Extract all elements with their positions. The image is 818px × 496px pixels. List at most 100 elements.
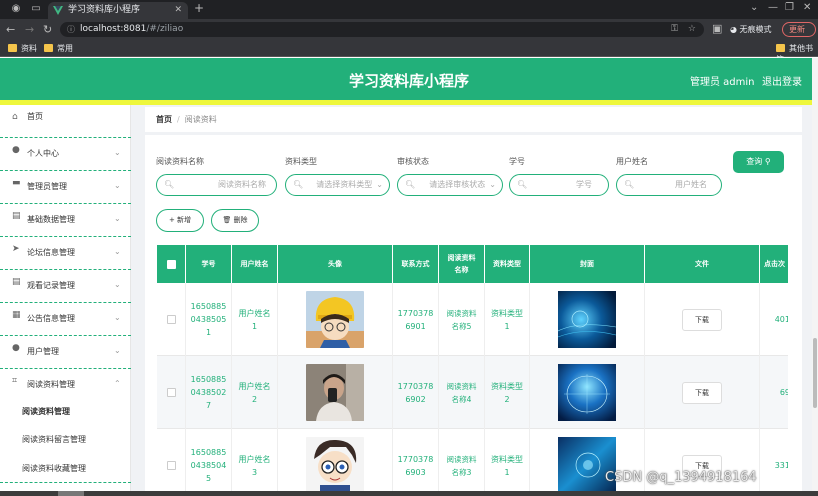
avatar[interactable] [306, 291, 364, 348]
uname-filter-label: 用户姓名 [616, 157, 648, 166]
breadcrumb-current: 阅读资料 [184, 115, 217, 124]
app-header: 学习资料库小程序 管理员 admin 退出登录 [0, 58, 818, 100]
search-icon: ⚲ [764, 157, 771, 166]
download-button[interactable]: 下载 [682, 308, 722, 331]
monitor-icon: ▬ [12, 178, 21, 188]
chevron-up-icon: ⌃ [114, 379, 121, 388]
sno-filter-input[interactable]: 🔍︎ 学号 [509, 174, 609, 196]
avatar[interactable] [306, 437, 364, 494]
select-all-cell[interactable] [157, 245, 186, 283]
address-bar-row: ← → ↻ ⓘ localhost:8081/#/ziliao ⚿ ☆ ▣ ◕ … [0, 19, 818, 40]
search-icon: 🔍︎ [624, 180, 635, 189]
horizontal-scrollbar[interactable] [0, 491, 818, 496]
reload-icon[interactable]: ↻ [43, 23, 52, 36]
query-button[interactable]: 查询 ⚲ [733, 151, 784, 173]
sno-cell: 16508850438504 5 [186, 429, 232, 496]
chrome-icon[interactable]: ◉ [10, 3, 22, 15]
sidebar-item-home[interactable]: ⌂ 首页 [0, 105, 131, 138]
close-window-icon[interactable]: ✕ [803, 2, 811, 13]
sidebar-item-profile[interactable]: ● 个人中心 ⌄ [0, 138, 131, 171]
add-button[interactable]: + 新增 [156, 209, 204, 232]
row-select-cell[interactable] [157, 429, 186, 496]
data-table: 学号 用户姓名 头像 联系方式 阅读资料名称 资料类型 封面 文件 点击次 16… [157, 245, 788, 496]
avatar[interactable] [306, 364, 364, 421]
cover-image[interactable] [558, 364, 616, 421]
avatar-cell [278, 429, 393, 496]
table-row[interactable]: 16508850438504 5 用户姓名3 17703786903 阅读资料名… [157, 429, 788, 496]
type-filter-select[interactable]: 🔍︎ 请选择资料类型 ⌄ [285, 174, 390, 196]
download-button[interactable]: 下载 [682, 381, 722, 404]
name-filter-input[interactable]: 🔍︎ 阅读资料名称 [156, 174, 277, 196]
grid-icon: ▦ [12, 310, 21, 320]
sidebar-item-label: 观看记录管理 [27, 281, 75, 290]
name-filter-label: 阅读资料名称 [156, 157, 204, 166]
chevron-down-icon: ⌄ [114, 181, 121, 190]
restore-icon[interactable]: ❐ [785, 2, 794, 13]
update-button[interactable]: 更新 [782, 22, 816, 37]
scroll-thumb[interactable] [58, 491, 84, 496]
star-icon[interactable]: ☆ [688, 22, 696, 37]
cover-image[interactable] [558, 437, 616, 494]
row-checkbox[interactable] [166, 388, 176, 397]
row-checkbox[interactable] [166, 461, 176, 470]
back-icon[interactable]: ← [6, 23, 15, 36]
tab-search-icon[interactable]: ▭ [30, 3, 42, 15]
url-input[interactable]: ⓘ localhost:8081/#/ziliao ⚿ ☆ [60, 22, 704, 37]
forward-icon[interactable]: → [25, 23, 34, 36]
table-row[interactable]: 16508850438502 7 用户姓名2 17703786902 阅读资料名… [157, 356, 788, 429]
key-icon[interactable]: ⚿ [671, 22, 678, 37]
close-tab-icon[interactable]: ✕ [174, 2, 182, 19]
minimize-icon[interactable]: — [768, 2, 778, 13]
chevron-down-icon: ⌄ [114, 214, 121, 223]
incognito-indicator[interactable]: ◕ 无痕模式 [730, 22, 772, 37]
browser-tab[interactable]: 学习资料库小程序 ✕ [48, 2, 188, 19]
table-row[interactable]: 16508850438505 1 用户姓名1 17703786901 阅读资料名… [157, 283, 788, 356]
breadcrumb: 首页 / 阅读资料 [156, 114, 217, 125]
status-filter-select[interactable]: 🔍︎ 请选择审核状态 ⌄ [397, 174, 503, 196]
file-cell: 下载 [645, 429, 760, 496]
select-all-checkbox[interactable] [166, 259, 176, 269]
material-type-cell: 资料类型2 [485, 356, 530, 429]
cover-image[interactable] [558, 291, 616, 348]
type-filter-label: 资料类型 [285, 157, 317, 166]
row-select-cell[interactable] [157, 283, 186, 356]
col-header: 联系方式 [393, 245, 439, 283]
delete-button[interactable]: 🗑︎ 删除 [211, 209, 259, 232]
side-panel-icon[interactable]: ▣ [712, 22, 722, 35]
sidebar-subitem-reading-comments[interactable]: 阅读资料留言管理 [22, 434, 86, 445]
info-icon[interactable]: ⓘ [67, 22, 75, 37]
sidebar-subitem-reading-favorites[interactable]: 阅读资料收藏管理 [22, 463, 86, 474]
sidebar-item-label: 首页 [27, 112, 43, 121]
chevron-down-icon: ⌄ [489, 180, 496, 189]
sidebar-item-watch-records[interactable]: ▤ 观看记录管理 ⌄ [0, 270, 131, 303]
uname-filter-input[interactable]: 🔍︎ 用户姓名 [616, 174, 722, 196]
sidebar-item-users[interactable]: ● 用户管理 ⌄ [0, 336, 131, 369]
current-user: 管理员 admin [690, 77, 755, 88]
chevron-down-icon: ⌄ [114, 346, 121, 355]
file-cell: 下载 [645, 356, 760, 429]
clicks-cell: 401 [760, 283, 788, 356]
bookmark-folder-ziliao[interactable]: 资料 [8, 43, 37, 54]
sidebar-item-forum[interactable]: ➤ 论坛信息管理 ⌄ [0, 237, 131, 270]
bookmark-folder-changyong[interactable]: 常用 [44, 43, 73, 54]
sidebar-item-notices[interactable]: ▦ 公告信息管理 ⌄ [0, 303, 131, 336]
new-tab-icon[interactable]: + [194, 1, 204, 15]
table-header: 学号 用户姓名 头像 联系方式 阅读资料名称 资料类型 封面 文件 点击次 [157, 245, 788, 283]
row-checkbox[interactable] [166, 315, 176, 324]
breadcrumb-home[interactable]: 首页 [156, 115, 172, 124]
sidebar-item-basic-data[interactable]: ▤ 基础数据管理 ⌄ [0, 204, 131, 237]
col-header: 用户姓名 [232, 245, 278, 283]
chevron-down-icon[interactable]: ⌄ [750, 2, 758, 13]
scroll-thumb[interactable] [813, 338, 817, 408]
status-filter-placeholder: 请选择审核状态 [429, 180, 486, 189]
uname-filter-placeholder: 用户姓名 [675, 180, 707, 189]
sidebar-subitem-reading-materials[interactable]: 阅读资料管理 [22, 406, 70, 417]
row-select-cell[interactable] [157, 356, 186, 429]
delete-button-label: 删除 [233, 216, 248, 224]
logout-link[interactable]: 退出登录 [762, 73, 802, 88]
vertical-scrollbar[interactable] [812, 58, 818, 491]
divider [145, 132, 802, 135]
sidebar-item-admins[interactable]: ▬ 管理员管理 ⌄ [0, 171, 131, 204]
sidebar-item-reading-materials[interactable]: ⌗ 阅读资料管理 ⌃ [0, 369, 131, 398]
col-header: 文件 [645, 245, 760, 283]
